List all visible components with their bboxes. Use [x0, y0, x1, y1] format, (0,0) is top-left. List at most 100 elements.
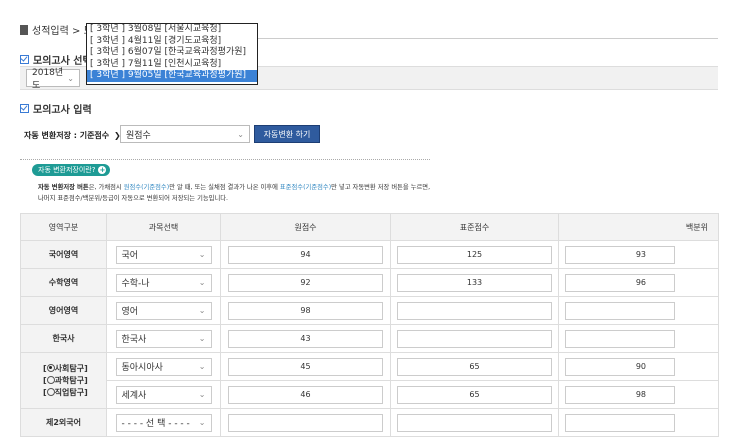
chevron-down-icon: ⌄	[198, 278, 206, 287]
row-label: 국어영역	[20, 240, 107, 269]
checkbox-icon	[20, 55, 29, 64]
desc-highlight: 표준점수(기준점수)	[279, 184, 332, 191]
row-label: 영어영역	[20, 296, 107, 325]
section-label: 모의고사 입력	[33, 105, 92, 116]
standard-score-input[interactable]	[397, 301, 552, 320]
desc-bold: 자동 변환저장 버튼	[38, 184, 89, 191]
subject-value: 국어	[121, 251, 139, 261]
help-description: 자동 변환저장 버튼은, 가채점시 원점수(기준점수)만 알 때, 또는 실채점…	[38, 182, 430, 204]
subject-select[interactable]: 한국사 ⌄	[115, 329, 212, 348]
raw-score-input[interactable]: 43	[228, 329, 383, 348]
score-table: 영역구분 과목선택 원점수 표준점수 백분위 국어영역 국어 ⌄ 94 125 9…	[20, 213, 719, 437]
raw-score-input[interactable]: 98	[228, 301, 383, 320]
exam-option[interactable]: [ 3학년 ] 3월08일 [서울시교육청]	[87, 24, 257, 36]
chevron-down-icon: ⌄	[237, 129, 244, 139]
standard-score-input[interactable]: 133	[397, 273, 552, 292]
standard-score-input[interactable]: 125	[397, 245, 552, 264]
row-label: 수학영역	[20, 268, 107, 297]
row-label: 한국사	[20, 324, 107, 353]
radio-label: 과학탐구	[54, 375, 85, 385]
radio-icon	[46, 375, 55, 384]
subject-select[interactable]: 수학-나 ⌄	[115, 273, 212, 292]
desc-text: 만 넣고 자동변환 저장 버튼을 누르면,	[331, 184, 431, 191]
subject-select[interactable]: 국어 ⌄	[115, 245, 212, 264]
subject-value: 세계사	[121, 391, 147, 401]
chevron-down-icon: ⌄	[198, 418, 206, 427]
help-pill-button[interactable]: 자동 변환저장이란? +	[32, 164, 111, 176]
year-select[interactable]: 2018년도 ⌄	[26, 68, 80, 91]
chevron-down-icon: ⌄	[198, 362, 206, 371]
exam-dropdown-list[interactable]: [ 3학년 ] 3월08일 [서울시교육청] [ 3학년 ] 4월11일 [경기…	[86, 23, 258, 85]
desc-text: 나머지 표준점수/백분위/등급이 자동으로 변환되어 저장되는 기능입니다.	[38, 195, 229, 202]
table-header-row: 영역구분 과목선택 원점수 표준점수 백분위	[20, 213, 719, 241]
subject-value: 영어	[121, 307, 139, 317]
chevron-down-icon: ⌄	[198, 306, 206, 315]
base-score-value: 원점수	[126, 130, 151, 141]
standard-score-input[interactable]	[397, 413, 552, 432]
chevron-down-icon: ⌄	[198, 334, 206, 343]
plus-icon: +	[98, 166, 107, 174]
radio-social[interactable]: [사회탐구]	[43, 363, 106, 375]
percentile-input[interactable]	[565, 301, 675, 320]
table-row: [사회탐구] [과학탐구] [직업탐구] 동아시아사 ⌄ 45 65 90	[20, 352, 719, 409]
percentile-input[interactable]: 98	[565, 385, 675, 404]
subject-value: - - - - 선 택 - - - -	[121, 419, 190, 429]
radio-icon	[46, 387, 55, 396]
percentile-input[interactable]: 96	[565, 273, 675, 292]
column-header: 표준점수	[390, 213, 559, 241]
radio-label: 직업탐구	[54, 387, 85, 397]
row-label: 제2외국어	[20, 408, 107, 437]
inquiry-radio-group: [사회탐구] [과학탐구] [직업탐구]	[21, 363, 106, 399]
document-icon	[20, 24, 28, 35]
raw-score-input[interactable]: 94	[228, 245, 383, 264]
raw-score-input[interactable]: 46	[228, 385, 383, 404]
percentile-input[interactable]: 90	[565, 357, 675, 376]
subject-select[interactable]: 동아시아사 ⌄	[115, 357, 212, 376]
subject-select[interactable]: - - - - 선 택 - - - - ⌄	[115, 413, 212, 432]
chevron-down-icon: ⌄	[198, 250, 206, 259]
exam-option-selected[interactable]: [ 3학년 ] 9월05일 [한국교육과정평가원]	[87, 70, 257, 82]
raw-score-input[interactable]: 92	[228, 273, 383, 292]
raw-score-input[interactable]: 45	[228, 357, 383, 376]
exam-option[interactable]: [ 3학년 ] 7월11일 [인천시교육청]	[87, 59, 257, 71]
inquiry-type-cell: [사회탐구] [과학탐구] [직업탐구]	[20, 352, 107, 409]
percentile-input[interactable]: 93	[565, 245, 675, 264]
exam-option[interactable]: [ 3학년 ] 6월07일 [한국교육과정평가원]	[87, 47, 257, 59]
subject-select[interactable]: 영어 ⌄	[115, 301, 212, 320]
conversion-label-text: 자동 변환저장 : 기준점수	[24, 131, 110, 140]
subject-value: 한국사	[121, 335, 147, 345]
raw-score-input[interactable]	[228, 413, 383, 432]
table-row: 영어영역 영어 ⌄ 98	[20, 296, 719, 325]
year-select-value: 2018년도	[32, 68, 64, 91]
radio-selected-icon	[46, 363, 55, 372]
conversion-label: 자동 변환저장 : 기준점수 ❯	[24, 130, 121, 141]
column-header: 원점수	[220, 213, 391, 241]
breadcrumb-text: 성적입력 > 모	[32, 26, 93, 37]
percentile-input[interactable]	[565, 413, 675, 432]
column-header: 백분위	[558, 213, 719, 241]
desc-text: 은, 가채점시	[88, 184, 124, 191]
table-row: 수학영역 수학-나 ⌄ 92 133 96	[20, 268, 719, 297]
desc-text: 만 알 때, 또는 실채점 결과가 나온 이후에	[169, 184, 280, 191]
exam-option[interactable]: [ 3학년 ] 4월11일 [경기도교육청]	[87, 36, 257, 48]
subject-value: 동아시아사	[121, 363, 163, 373]
percentile-input[interactable]	[565, 329, 675, 348]
section-exam-input-title: 모의고사 입력	[20, 101, 92, 116]
subject-value: 수학-나	[121, 279, 150, 289]
standard-score-input[interactable]: 65	[397, 385, 552, 404]
base-score-select[interactable]: 원점수 ⌄	[120, 125, 250, 143]
breadcrumb: 성적입력 > 모	[20, 22, 93, 37]
standard-score-input[interactable]	[397, 329, 552, 348]
radio-vocational[interactable]: [직업탐구]	[43, 387, 106, 399]
radio-science[interactable]: [과학탐구]	[43, 375, 106, 387]
radio-label: 사회탐구	[54, 363, 85, 373]
checkbox-icon	[20, 104, 29, 113]
auto-convert-button[interactable]: 자동변환 하기	[254, 125, 320, 143]
standard-score-input[interactable]: 65	[397, 357, 552, 376]
subject-select[interactable]: 세계사 ⌄	[115, 385, 212, 404]
table-row: 한국사 한국사 ⌄ 43	[20, 324, 719, 353]
table-row: 국어영역 국어 ⌄ 94 125 93	[20, 240, 719, 269]
chevron-down-icon: ⌄	[67, 73, 74, 83]
column-header: 과목선택	[106, 213, 221, 241]
help-pill-label: 자동 변환저장이란?	[38, 166, 96, 174]
